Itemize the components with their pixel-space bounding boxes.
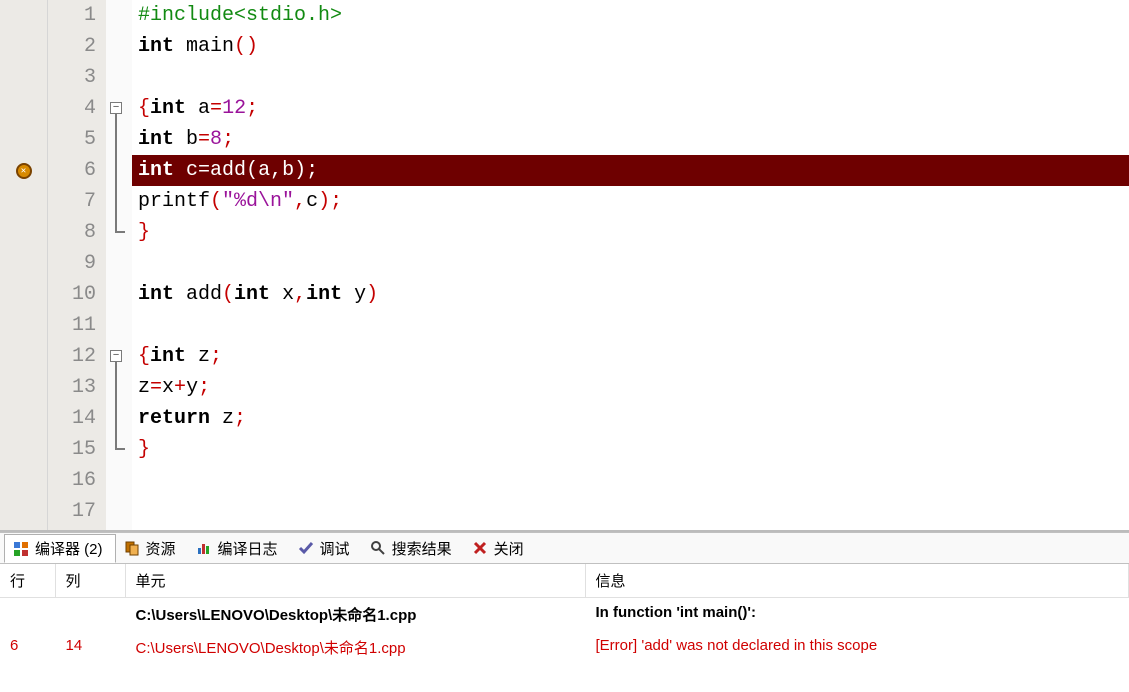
cell-line: 6 <box>0 631 55 664</box>
tab-search[interactable]: 搜索结果 <box>362 535 464 562</box>
cell-msg: In function 'int main()': <box>585 598 1129 632</box>
line-number: 10 <box>48 279 96 310</box>
line-number: 13 <box>48 372 96 403</box>
tab-label: 编译日志 <box>218 538 278 559</box>
fold-toggle-icon[interactable]: − <box>110 102 122 114</box>
line-number: 17 <box>48 496 96 527</box>
code-line[interactable] <box>132 248 1129 279</box>
tab-close[interactable]: 关闭 <box>464 535 536 562</box>
search-icon <box>370 540 386 556</box>
tab-label: 编译器 (2) <box>35 538 103 559</box>
line-number: 1 <box>48 0 96 31</box>
tab-resource[interactable]: 资源 <box>116 535 188 562</box>
line-number-gutter: 1234567891011121314151617 <box>48 0 106 530</box>
line-number: 5 <box>48 124 96 155</box>
code-line[interactable]: } <box>132 217 1129 248</box>
line-number: 8 <box>48 217 96 248</box>
tick-icon <box>298 540 314 556</box>
bottom-panel-tabs: 编译器 (2) 资源 编译日志 调试 搜索结果 关闭 <box>0 532 1129 564</box>
code-line[interactable] <box>132 310 1129 341</box>
line-number: 14 <box>48 403 96 434</box>
code-line[interactable]: #include<stdio.h> <box>132 0 1129 31</box>
grid-icon <box>13 541 29 557</box>
tab-label: 关闭 <box>494 538 524 559</box>
tab-label: 搜索结果 <box>392 538 452 559</box>
bars-icon <box>196 540 212 556</box>
compiler-row-error[interactable]: 614C:\Users\LENOVO\Desktop\未命名1.cpp[Erro… <box>0 631 1129 664</box>
code-line[interactable]: return z; <box>132 403 1129 434</box>
col-header-unit[interactable]: 单元 <box>125 564 585 598</box>
line-number: 7 <box>48 186 96 217</box>
copy-icon <box>124 540 140 556</box>
compiler-row-file[interactable]: C:\Users\LENOVO\Desktop\未命名1.cppIn funct… <box>0 598 1129 632</box>
breakpoint-gutter[interactable] <box>0 0 48 530</box>
code-editor[interactable]: 1234567891011121314151617 −− #include<st… <box>0 0 1129 532</box>
cell-msg: [Error] 'add' was not declared in this s… <box>585 631 1129 664</box>
code-line[interactable] <box>132 496 1129 527</box>
cell-unit: C:\Users\LENOVO\Desktop\未命名1.cpp <box>125 631 585 664</box>
close-icon <box>472 540 488 556</box>
fold-toggle-icon[interactable]: − <box>110 350 122 362</box>
line-number: 4 <box>48 93 96 124</box>
code-line[interactable]: int add(int x,int y) <box>132 279 1129 310</box>
code-line[interactable]: } <box>132 434 1129 465</box>
line-number: 3 <box>48 62 96 93</box>
code-line[interactable]: int c=add(a,b); <box>132 155 1129 186</box>
line-number: 6 <box>48 155 96 186</box>
cell-col <box>55 598 125 632</box>
code-line[interactable]: int main() <box>132 31 1129 62</box>
line-number: 9 <box>48 248 96 279</box>
line-number: 11 <box>48 310 96 341</box>
breakpoint-error-icon[interactable] <box>16 163 32 179</box>
tab-label: 调试 <box>320 538 350 559</box>
code-line[interactable]: {int a=12; <box>132 93 1129 124</box>
line-number: 2 <box>48 31 96 62</box>
tab-compiler[interactable]: 编译器 (2) <box>4 534 116 563</box>
tab-debug[interactable]: 调试 <box>290 535 362 562</box>
code-line[interactable]: z=x+y; <box>132 372 1129 403</box>
col-header-message[interactable]: 信息 <box>585 564 1129 598</box>
cell-unit: C:\Users\LENOVO\Desktop\未命名1.cpp <box>125 598 585 632</box>
line-number: 16 <box>48 465 96 496</box>
line-number: 15 <box>48 434 96 465</box>
col-header-line[interactable]: 行 <box>0 564 55 598</box>
code-line[interactable]: printf("%d\n",c); <box>132 186 1129 217</box>
code-text-area[interactable]: #include<stdio.h>int main(){int a=12;int… <box>132 0 1129 530</box>
fold-gutter[interactable]: −− <box>106 0 132 530</box>
tab-compile-log[interactable]: 编译日志 <box>188 535 290 562</box>
tab-label: 资源 <box>146 538 176 559</box>
col-header-column[interactable]: 列 <box>55 564 125 598</box>
compiler-messages-table[interactable]: 行 列 单元 信息 C:\Users\LENOVO\Desktop\未命名1.c… <box>0 564 1129 664</box>
code-line[interactable] <box>132 465 1129 496</box>
cell-line <box>0 598 55 632</box>
code-line[interactable]: int b=8; <box>132 124 1129 155</box>
code-line[interactable]: {int z; <box>132 341 1129 372</box>
cell-col: 14 <box>55 631 125 664</box>
code-line[interactable] <box>132 62 1129 93</box>
line-number: 12 <box>48 341 96 372</box>
